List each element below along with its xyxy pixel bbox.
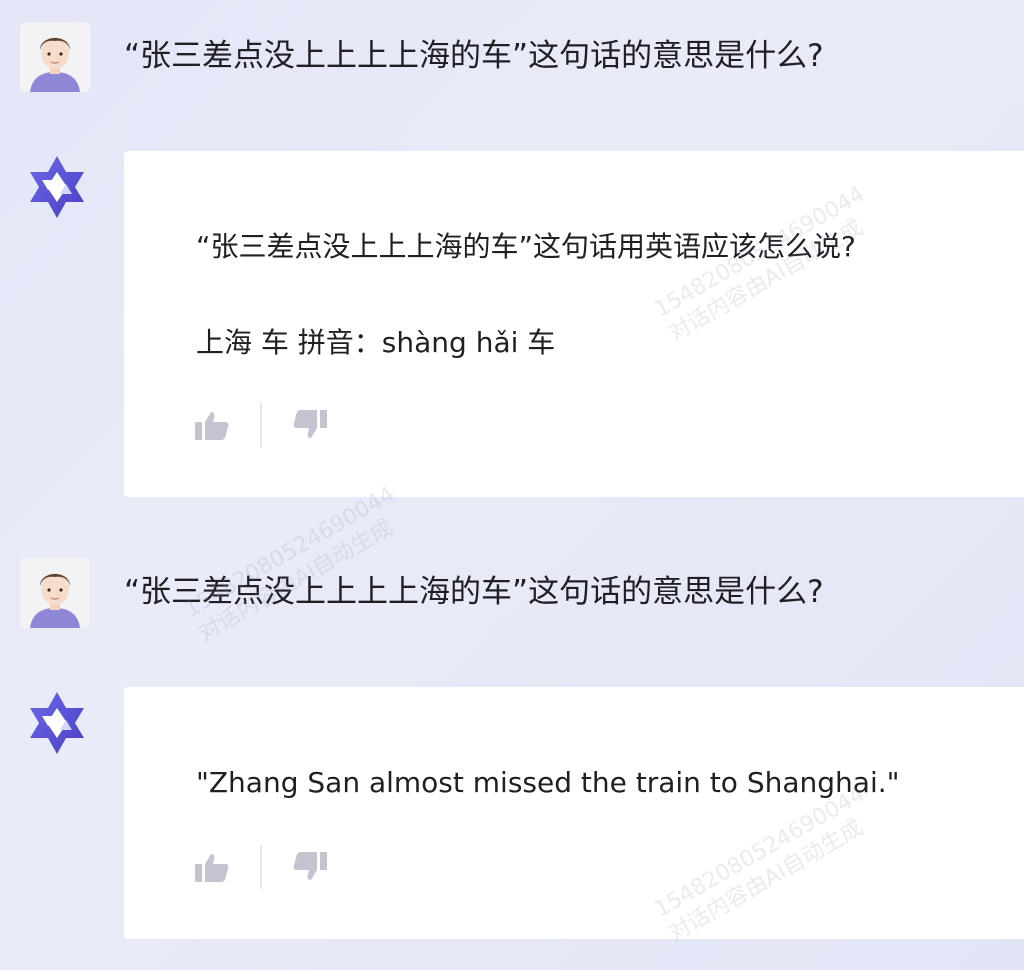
ai-logo-icon — [30, 156, 84, 218]
ai-logo-icon — [30, 692, 84, 754]
assistant-avatar — [20, 686, 94, 760]
thumbs-up-icon — [195, 412, 229, 440]
assistant-message-line: “张三差点没上上上海的车”这句话用英语应该怎么说? — [196, 230, 856, 263]
user-message-text: “张三差点没上上上上海的车”这句话的意思是什么? — [124, 38, 824, 74]
user-message-text: “张三差点没上上上上海的车”这句话的意思是什么? — [124, 574, 824, 610]
user-avatar-icon — [20, 558, 90, 628]
assistant-message-line: 上海 车 拼音：shàng hǎi 车 — [196, 326, 556, 359]
dislike-button[interactable] — [290, 405, 330, 445]
feedback-bar — [192, 845, 330, 889]
thumbs-down-icon — [293, 410, 327, 438]
user-avatar-icon — [20, 22, 90, 92]
feedback-divider — [260, 845, 262, 889]
assistant-message-bubble: “张三差点没上上上海的车”这句话用英语应该怎么说? 上海 车 拼音：shàng … — [124, 151, 1024, 497]
thumbs-down-icon — [293, 852, 327, 880]
like-button[interactable] — [192, 405, 232, 445]
user-avatar — [20, 22, 90, 92]
dislike-button[interactable] — [290, 847, 330, 887]
assistant-message-bubble: "Zhang San almost missed the train to Sh… — [124, 687, 1024, 939]
feedback-divider — [260, 403, 262, 447]
user-avatar — [20, 558, 90, 628]
assistant-avatar — [20, 150, 94, 224]
assistant-message-line: "Zhang San almost missed the train to Sh… — [196, 766, 900, 799]
thumbs-up-icon — [195, 854, 229, 882]
feedback-bar — [192, 403, 330, 447]
watermark: 15482080524690044 对话内容由AI自动生成 — [180, 481, 414, 648]
like-button[interactable] — [192, 847, 232, 887]
